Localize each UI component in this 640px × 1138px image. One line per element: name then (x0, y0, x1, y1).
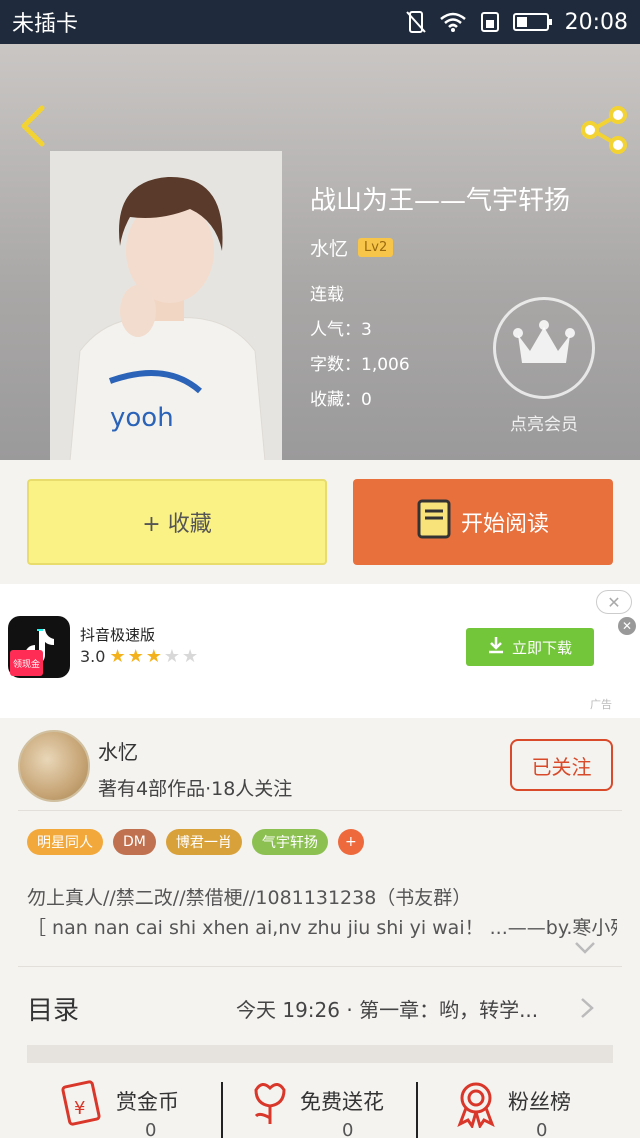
status-bar: 未插卡 20:08 (0, 0, 640, 44)
ad-download-button[interactable]: 立即下载 (466, 628, 594, 666)
book-header: yooh 战山为王——气宇轩扬 水忆 Lv2 连载 人气：3 字数：1,006 … (0, 44, 640, 460)
follow-button[interactable]: 已关注 (510, 739, 613, 791)
reward-coins-button[interactable]: ¥ 赏金币 0 (60, 1078, 179, 1138)
book-title: 战山为王——气宇轩扬 (310, 186, 571, 216)
tag-list: 明星同人 DM 博君一肖 气宇轩扬 + (27, 829, 364, 855)
author-name[interactable]: 水忆 (98, 736, 138, 765)
author-avatar[interactable] (18, 730, 90, 802)
book-author-row: 水忆 Lv2 (310, 234, 394, 261)
ad-close-icon[interactable]: ✕ (618, 617, 636, 635)
wifi-icon (439, 11, 467, 33)
sim-icon (479, 11, 501, 33)
medal-icon (452, 1078, 500, 1132)
tag-item[interactable]: 博君一肖 (165, 829, 242, 855)
reward-count: 0 (145, 1120, 157, 1138)
divider (18, 966, 622, 967)
vip-label: 点亮会员 (510, 415, 578, 435)
book-popularity: 人气：3 (310, 320, 372, 340)
author-stats: 著有4部作品·18人关注 (98, 778, 293, 800)
vip-crown-button[interactable] (493, 297, 595, 399)
intro-line: 勿上真人//禁二改//禁借梗//1081131238（书友群） (27, 887, 472, 909)
clock: 20:08 (564, 9, 628, 35)
book-favorite-count: 收藏：0 (310, 390, 372, 410)
ad-dismiss-icon[interactable]: ✕ (596, 590, 632, 614)
flower-label: 免费送花 (300, 1090, 384, 1114)
start-reading-button[interactable]: 开始阅读 (353, 479, 613, 565)
ad-rating-value: 3.0 (80, 647, 106, 666)
vibrate-icon (405, 10, 427, 34)
red-envelope-icon: ¥ (60, 1078, 108, 1132)
ad-download-label: 立即下载 (511, 638, 572, 657)
download-icon (488, 636, 504, 658)
tag-item[interactable]: 明星同人 (27, 829, 103, 855)
toc-label[interactable]: 目录 (27, 990, 79, 1027)
divider (18, 810, 622, 811)
toc-latest-chapter[interactable]: 今天 19:26 · 第一章：哟，转学... (236, 994, 538, 1023)
rating-stars-icon: ★★★★★ (109, 646, 201, 667)
expand-chevron-icon[interactable] (574, 940, 596, 954)
back-icon[interactable] (14, 104, 54, 148)
add-to-favorites-button[interactable]: + 收藏 (27, 479, 327, 565)
flower-icon (248, 1078, 292, 1132)
crown-icon (512, 319, 576, 377)
share-icon[interactable] (578, 104, 630, 156)
intro-line: ［ nan nan cai shi xhen ai,nv zhu jiu shi… (27, 917, 617, 939)
reward-label: 赏金币 (116, 1090, 179, 1114)
start-reading-label: 开始阅读 (460, 512, 549, 537)
separator (221, 1082, 223, 1138)
separator (416, 1082, 418, 1138)
tag-item[interactable]: 气宇轩扬 (251, 829, 328, 855)
svg-text:yooh: yooh (110, 403, 174, 433)
douyin-app-icon: 领现金 (8, 616, 70, 678)
tag-item[interactable]: DM (113, 829, 156, 855)
ad-rating: 3.0 ★★★★★ (80, 646, 200, 667)
book-icon (417, 499, 451, 545)
fans-ranking-button[interactable]: 粉丝榜 0 (452, 1078, 571, 1138)
book-intro: 勿上真人//禁二改//禁借梗//1081131238（书友群） ［ nan na… (27, 883, 617, 943)
book-word-count: 字数：1,006 (310, 355, 410, 375)
add-tag-button[interactable]: + (337, 829, 364, 855)
ad-banner[interactable]: 领现金 抖音极速版 3.0 ★★★★★ 立即下载 ✕ ✕ 广告 (0, 584, 640, 718)
battery-icon (512, 11, 553, 33)
book-author[interactable]: 水忆 (310, 234, 348, 261)
section-band (27, 1045, 613, 1063)
ad-badge: 领现金 (10, 650, 44, 676)
carrier-label: 未插卡 (12, 12, 79, 37)
ad-app-name: 抖音极速版 (80, 626, 156, 644)
svg-text:¥: ¥ (74, 1098, 85, 1119)
book-cover-image[interactable]: yooh (50, 151, 282, 460)
chevron-right-icon[interactable] (579, 996, 595, 1020)
ad-label: 广告 (590, 698, 612, 711)
author-level-badge: Lv2 (358, 238, 394, 257)
send-flower-button[interactable]: 免费送花 0 (248, 1078, 384, 1138)
book-status: 连载 (310, 285, 344, 305)
fans-count: 0 (536, 1120, 548, 1138)
fans-label: 粉丝榜 (508, 1090, 571, 1114)
flower-count: 0 (342, 1120, 354, 1138)
